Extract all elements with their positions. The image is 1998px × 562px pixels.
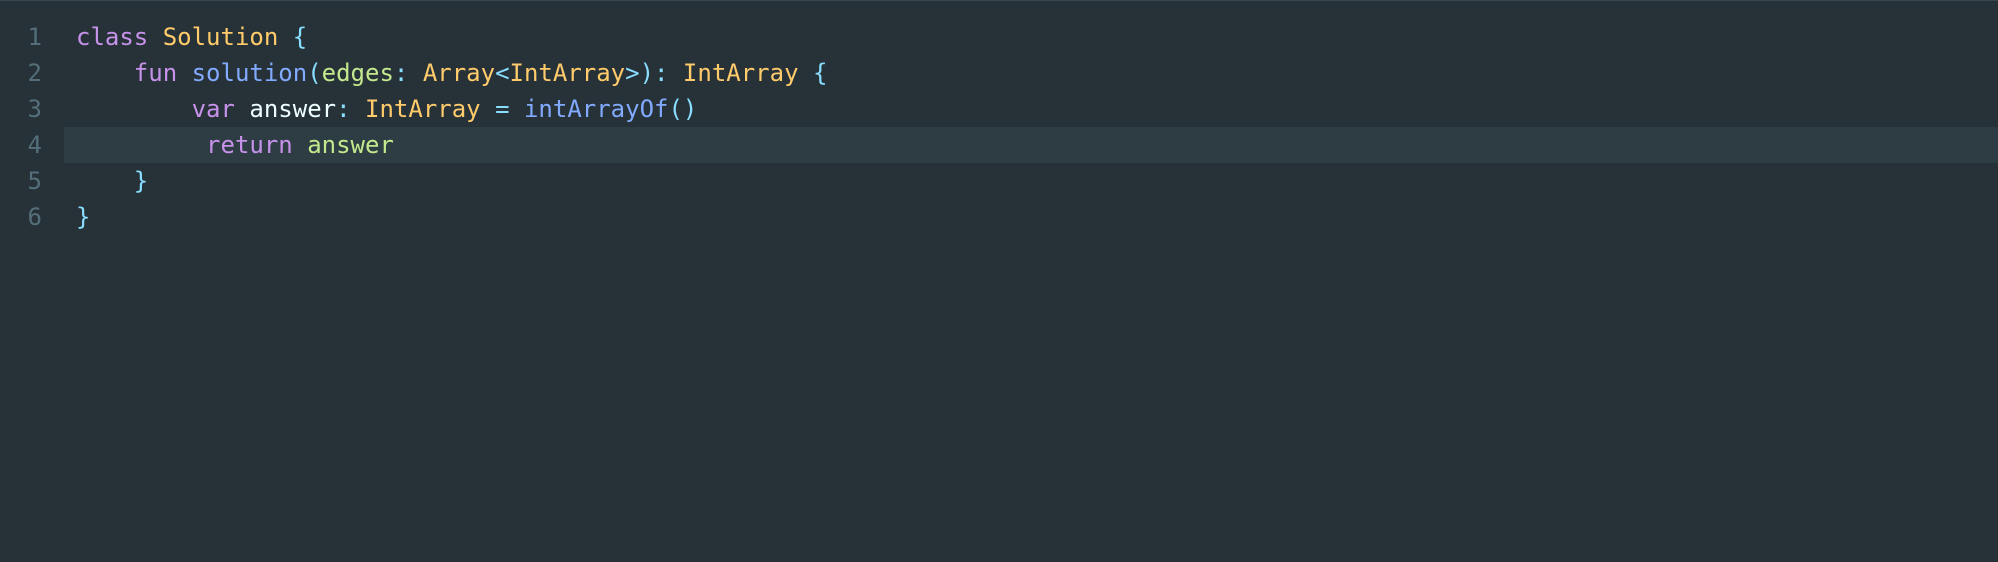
code-editor[interactable]: 1 2 3 4 5 6 class Solution { fun solutio… bbox=[0, 1, 1998, 235]
space bbox=[481, 95, 495, 123]
line-number: 3 bbox=[0, 91, 42, 127]
angle-close: > bbox=[625, 59, 639, 87]
line-number: 4 bbox=[0, 127, 42, 163]
indent bbox=[76, 131, 206, 159]
code-content[interactable]: class Solution { fun solution(edges: Arr… bbox=[64, 19, 1998, 235]
brace-open: { bbox=[293, 23, 307, 51]
brace-close: } bbox=[134, 167, 148, 195]
keyword-fun: fun bbox=[134, 59, 177, 87]
paren-open: ( bbox=[307, 59, 321, 87]
space bbox=[799, 59, 813, 87]
class-name: Solution bbox=[148, 23, 293, 51]
code-line-5[interactable]: } bbox=[64, 163, 1998, 199]
line-number: 1 bbox=[0, 19, 42, 55]
type-intarray: IntArray bbox=[510, 59, 626, 87]
colon: : bbox=[394, 59, 408, 87]
angle-open: < bbox=[495, 59, 509, 87]
space bbox=[351, 95, 365, 123]
indent bbox=[76, 59, 134, 87]
keyword-var: var bbox=[192, 95, 235, 123]
code-line-2[interactable]: fun solution(edges: Array<IntArray>): In… bbox=[64, 55, 1998, 91]
line-number-gutter: 1 2 3 4 5 6 bbox=[0, 19, 64, 235]
return-type: IntArray bbox=[683, 59, 799, 87]
space bbox=[668, 59, 682, 87]
parens: () bbox=[668, 95, 697, 123]
code-line-3[interactable]: var answer: IntArray = intArrayOf() bbox=[64, 91, 1998, 127]
type-intarray: IntArray bbox=[365, 95, 481, 123]
space bbox=[293, 131, 307, 159]
function-call: intArrayOf bbox=[524, 95, 669, 123]
type-array: Array bbox=[423, 59, 495, 87]
function-name: solution bbox=[192, 59, 308, 87]
code-line-1[interactable]: class Solution { bbox=[64, 19, 1998, 55]
keyword-class: class bbox=[76, 23, 148, 51]
code-line-6[interactable]: } bbox=[64, 199, 1998, 235]
space bbox=[408, 59, 422, 87]
space bbox=[235, 95, 249, 123]
equals: = bbox=[495, 95, 509, 123]
indent bbox=[76, 167, 134, 195]
brace-close: } bbox=[76, 203, 90, 231]
paren-close: ) bbox=[640, 59, 654, 87]
code-line-4-active[interactable]: return answer bbox=[64, 127, 1998, 163]
colon: : bbox=[654, 59, 668, 87]
line-number: 5 bbox=[0, 163, 42, 199]
space bbox=[510, 95, 524, 123]
variable-ref: answer bbox=[307, 131, 394, 159]
keyword-return: return bbox=[206, 131, 293, 159]
space bbox=[177, 59, 191, 87]
brace-open: { bbox=[813, 59, 827, 87]
colon: : bbox=[336, 95, 350, 123]
variable-name: answer bbox=[249, 95, 336, 123]
param-name: edges bbox=[322, 59, 394, 87]
line-number: 6 bbox=[0, 199, 42, 235]
line-number: 2 bbox=[0, 55, 42, 91]
indent bbox=[76, 95, 192, 123]
